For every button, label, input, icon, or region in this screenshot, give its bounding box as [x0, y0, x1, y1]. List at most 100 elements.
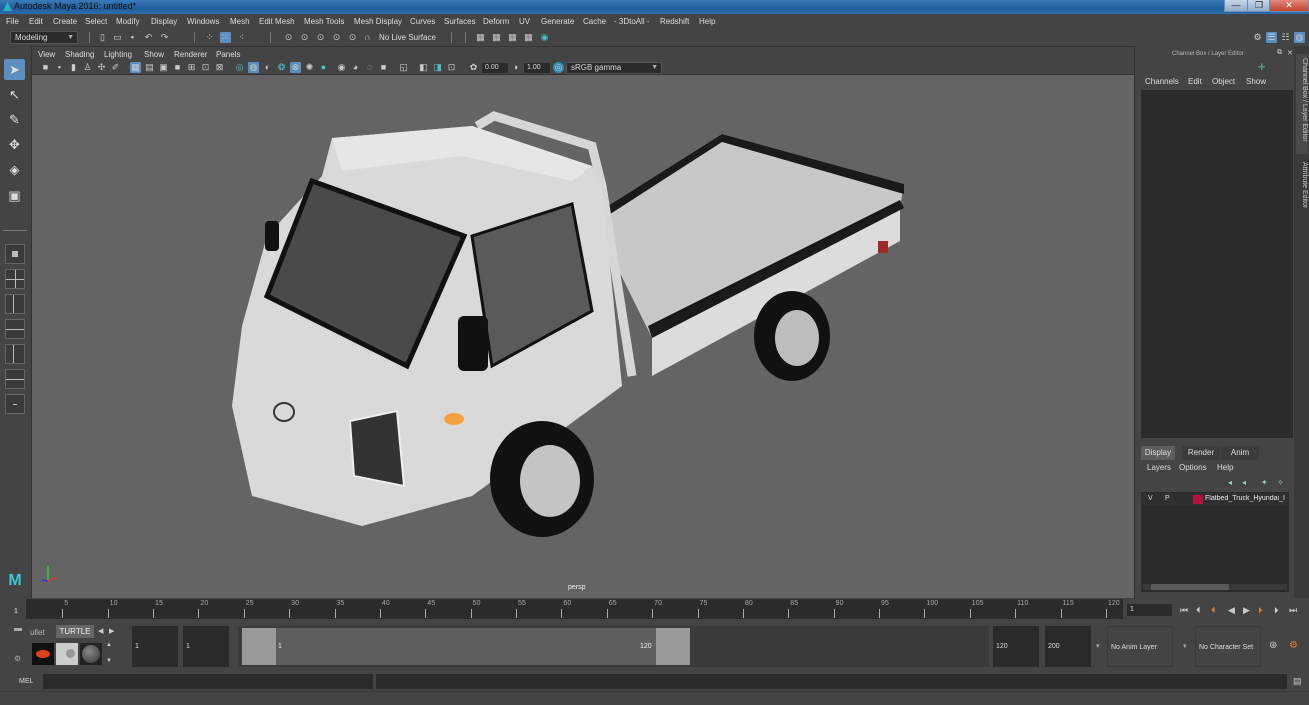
menu-mesh-display[interactable]: Mesh Display [354, 17, 402, 26]
range-slider-bar[interactable]: 1 120 [242, 628, 690, 665]
four-view-layout-icon[interactable] [5, 269, 25, 289]
layer-scrollbar[interactable] [1143, 584, 1287, 590]
command-language-toggle[interactable]: MEL [19, 678, 33, 685]
shelf-tab-bullet[interactable]: ullet [30, 628, 45, 637]
shelf-scroll-down-icon[interactable]: ▼ [106, 658, 112, 664]
2d-pan-zoom-icon[interactable]: ✣ [96, 62, 107, 73]
3d-viewport[interactable]: persp [32, 76, 1134, 598]
snap-view-plane-icon[interactable]: ⊙ [331, 32, 342, 43]
cb-menu-edit[interactable]: Edit [1188, 77, 1202, 86]
shelf-prev-icon[interactable]: ◀ [98, 627, 103, 635]
step-back-key-icon[interactable]: ⏴ [1196, 605, 1201, 616]
persp-graph-outliner-layout-icon[interactable] [5, 369, 25, 389]
go-to-start-icon[interactable]: ⏮ [1180, 605, 1188, 616]
cb-menu-channels[interactable]: Channels [1145, 77, 1179, 86]
tab-display[interactable]: Display [1141, 446, 1175, 460]
animation-preferences-icon[interactable]: ⚙ [1289, 640, 1298, 651]
anim-layer-arrow-icon[interactable]: ▾ [1096, 642, 1100, 650]
anim-layer-dropdown[interactable]: No Anim Layer [1107, 626, 1173, 667]
exposure-icon[interactable]: ✿ [468, 62, 479, 73]
isolate-select-icon[interactable]: ◱ [398, 62, 409, 73]
cb-menu-object[interactable]: Object [1212, 77, 1235, 86]
move-layer-up-icon[interactable]: ◂ [1228, 478, 1232, 487]
render-settings-icon[interactable]: ▦ [523, 32, 534, 43]
layer-visibility-toggle[interactable]: V [1148, 495, 1153, 502]
menu-select[interactable]: Select [85, 17, 107, 26]
tab-anim[interactable]: Anim [1221, 446, 1259, 460]
paint-select-tool-icon[interactable]: ✎ [4, 109, 25, 130]
mode-dropdown[interactable]: Modeling ▼ [10, 31, 78, 44]
menu-mesh-tools[interactable]: Mesh Tools [304, 17, 344, 26]
menu-surfaces[interactable]: Surfaces [444, 17, 476, 26]
select-object-icon[interactable]: ⁙ [220, 32, 231, 43]
safe-title-icon[interactable]: ⊠ [214, 62, 225, 73]
multisample-aa-icon[interactable]: ◌ [364, 62, 375, 73]
panel-menu-panels[interactable]: Panels [216, 50, 240, 59]
menu-generate[interactable]: Generate [541, 17, 574, 26]
panel-menu-view[interactable]: View [38, 50, 55, 59]
smooth-shade-icon[interactable]: ◍ [248, 62, 259, 73]
menu-edit-mesh[interactable]: Edit Mesh [259, 17, 295, 26]
character-set-dropdown[interactable]: No Character Set [1195, 626, 1261, 667]
bookmark-icon[interactable]: ▮ [68, 62, 79, 73]
step-forward-frame-icon[interactable]: ⏵ [1258, 605, 1263, 616]
menu-edit[interactable]: Edit [29, 17, 43, 26]
move-tool-icon[interactable]: ✥ [4, 134, 25, 155]
side-tab-attribute-editor[interactable]: Attribute Editor [1296, 158, 1308, 228]
motion-blur-icon[interactable]: ◕ [350, 62, 361, 73]
new-scene-icon[interactable]: ▯ [97, 32, 108, 43]
playback-start-field[interactable]: 1 [183, 626, 229, 667]
play-backwards-icon[interactable]: ◀ [1228, 605, 1235, 616]
layer-playback-toggle[interactable]: P [1165, 495, 1170, 502]
shelf-bake-icon[interactable] [32, 643, 54, 665]
float-panel-icon[interactable]: ⧉ [1277, 49, 1282, 57]
outliner-toggle-icon[interactable] [5, 394, 25, 414]
menu-modify[interactable]: Modify [116, 17, 140, 26]
modeling-toolkit-icon[interactable]: ⚙ [1252, 32, 1263, 43]
open-scene-icon[interactable]: ▭ [112, 32, 123, 43]
render-view-icon[interactable]: ▦ [475, 32, 486, 43]
select-tool-icon[interactable]: ➤ [4, 59, 25, 80]
field-chart-icon[interactable]: ⊞ [186, 62, 197, 73]
close-button[interactable]: ✕ [1269, 0, 1309, 12]
panel-menu-lighting[interactable]: Lighting [104, 50, 132, 59]
layer-menu-options[interactable]: Options [1179, 463, 1207, 472]
use-all-lights-icon[interactable]: ✺ [304, 62, 315, 73]
persp-outliner-layout-icon[interactable] [5, 319, 25, 339]
film-gate-icon[interactable]: ▤ [144, 62, 155, 73]
shadows-icon[interactable]: ● [318, 62, 329, 73]
xray-components-icon[interactable]: ⊡ [446, 62, 457, 73]
snap-grid-icon[interactable]: ⊙ [283, 32, 294, 43]
select-component-icon[interactable]: ⁖ [236, 32, 247, 43]
shelf-next-icon[interactable]: ▶ [109, 627, 114, 635]
channel-list[interactable] [1141, 90, 1293, 438]
scale-tool-icon[interactable]: ▣ [4, 185, 25, 206]
redo-icon[interactable]: ↷ [159, 32, 170, 43]
script-editor-icon[interactable]: ▤ [1293, 676, 1302, 687]
grease-pencil-icon[interactable]: ✐ [110, 62, 121, 73]
live-surface-label[interactable]: No Live Surface [379, 33, 436, 42]
default-material-icon[interactable]: ◐ [262, 62, 273, 73]
menu-display[interactable]: Display [151, 17, 177, 26]
side-tab-channel-box[interactable]: Channel Box / Layer Editor [1296, 54, 1308, 154]
menu-help[interactable]: Help [699, 17, 715, 26]
render-frame-icon[interactable]: ▦ [491, 32, 502, 43]
gate-mask-icon[interactable]: ■ [172, 62, 183, 73]
menu-3dtoall[interactable]: - 3DtoAll - [614, 17, 650, 26]
shelf-tab-turtle[interactable]: TURTLE [56, 625, 94, 638]
channel-box-toggle-icon[interactable]: ☰ [1266, 32, 1277, 43]
wireframe-on-shaded-icon[interactable]: ❂ [276, 62, 287, 73]
shelf-scene-icon[interactable] [56, 643, 78, 665]
shelf-settings-icon[interactable]: ⚙ [14, 654, 21, 663]
step-back-frame-icon[interactable]: ⏴ [1211, 605, 1216, 616]
menu-redshift[interactable]: Redshift [660, 17, 689, 26]
menu-deform[interactable]: Deform [483, 17, 509, 26]
step-forward-key-icon[interactable]: ⏵ [1274, 605, 1279, 616]
snap-curve-icon[interactable]: ⊙ [299, 32, 310, 43]
gamma-field[interactable]: 1.00 [524, 63, 550, 73]
safe-action-icon[interactable]: ⊡ [200, 62, 211, 73]
go-to-end-icon[interactable]: ⏭ [1289, 605, 1297, 616]
layer-row[interactable]: V P Flatbed_Truck_Hyundai_I [1141, 493, 1289, 505]
ipr-render-icon[interactable]: ▦ [507, 32, 518, 43]
single-perspective-layout-icon[interactable] [5, 244, 25, 264]
